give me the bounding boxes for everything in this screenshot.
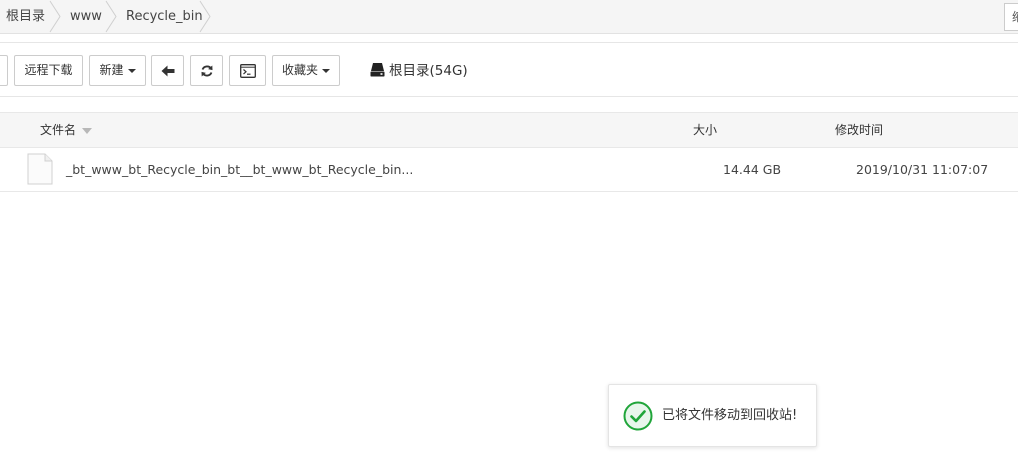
- column-name-header[interactable]: 文件名: [40, 113, 93, 147]
- success-toast: 已将文件移动到回收站!: [608, 384, 817, 447]
- table-row[interactable]: _bt_www_bt_Recycle_bin_bt__bt_www_bt_Rec…: [0, 148, 1018, 192]
- breadcrumb: 根目录 www Recycle_bin 缩: [0, 0, 1018, 34]
- file-modified-time: 2019/10/31 11:07:07: [856, 162, 989, 177]
- hard-drive-icon: [370, 63, 385, 77]
- check-circle-icon: [623, 401, 653, 431]
- terminal-icon: [239, 63, 256, 78]
- remote-download-button[interactable]: 远程下载: [14, 55, 83, 86]
- upload-button-partial[interactable]: [0, 55, 8, 86]
- breadcrumb-separator-icon: [199, 0, 211, 33]
- file-list-header: 文件名 大小 修改时间: [0, 112, 1018, 148]
- breadcrumb-separator-icon: [49, 0, 61, 33]
- disk-selector[interactable]: 根目录(54G): [370, 62, 468, 80]
- refresh-icon: [201, 65, 212, 76]
- breadcrumb-item-www[interactable]: www: [70, 0, 102, 33]
- breadcrumb-separator-icon: [105, 0, 117, 33]
- column-size-header[interactable]: 大小: [693, 113, 717, 147]
- file-name[interactable]: _bt_www_bt_Recycle_bin_bt__bt_www_bt_Rec…: [66, 148, 413, 191]
- arrow-left-icon: [161, 65, 174, 76]
- breadcrumb-right-button[interactable]: 缩: [1004, 3, 1018, 31]
- file-icon: [27, 153, 53, 185]
- file-size: 14.44 GB: [723, 162, 782, 177]
- caret-down-icon: [127, 68, 136, 73]
- toast-message: 已将文件移动到回收站!: [662, 408, 798, 423]
- sort-down-icon: [82, 127, 93, 134]
- toolbar: 远程下载 新建 收藏夹 根目录(54G): [0, 42, 1018, 97]
- disk-label: 根目录(54G): [389, 63, 468, 79]
- favorites-button-label: 收藏夹: [281, 63, 318, 77]
- column-modified-header[interactable]: 修改时间: [835, 113, 883, 147]
- breadcrumb-item-recycle-bin[interactable]: Recycle_bin: [126, 0, 203, 33]
- back-button[interactable]: [151, 55, 184, 86]
- caret-down-icon: [322, 68, 330, 73]
- terminal-button[interactable]: [229, 55, 266, 86]
- file-manager: 根目录 www Recycle_bin 缩 远程下载 新建: [0, 0, 1018, 461]
- breadcrumb-item-root[interactable]: 根目录: [6, 0, 45, 33]
- refresh-button[interactable]: [190, 55, 223, 86]
- new-button[interactable]: 新建: [89, 55, 146, 86]
- new-button-label: 新建: [99, 63, 124, 77]
- column-name-label: 文件名: [40, 123, 77, 137]
- favorites-button[interactable]: 收藏夹: [272, 55, 340, 86]
